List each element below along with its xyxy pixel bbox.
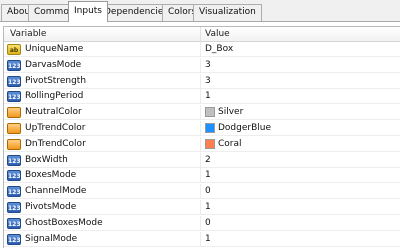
cell-divider xyxy=(200,136,201,152)
cell-divider xyxy=(200,105,201,121)
value-cell[interactable]: 3 xyxy=(205,76,211,86)
inputs-grid: Variable Value ab UniqueName D_Box 123 Darva… xyxy=(3,26,400,248)
table-row[interactable]: 123 DarvasMode 3 xyxy=(4,57,400,73)
table-row[interactable]: 123 PivotsMode 1 xyxy=(4,200,400,215)
cell-divider xyxy=(200,89,201,105)
variable-name: NeutralColor xyxy=(25,107,82,118)
value-cell[interactable]: DodgerBlue xyxy=(218,123,271,133)
table-row[interactable]: ab UniqueName D_Box xyxy=(4,42,400,57)
cell-divider xyxy=(200,73,201,89)
table-row[interactable]: 123 SignalMode 1 xyxy=(4,231,400,247)
number-type-icon: 123 xyxy=(7,170,21,182)
color-type-icon xyxy=(7,138,21,150)
table-row[interactable]: 123 BoxWidth 2 xyxy=(4,152,400,168)
value-cell[interactable]: 1 xyxy=(205,234,211,244)
variable-name: ChannelMode xyxy=(25,186,87,197)
variable-name: DarvasMode xyxy=(25,59,82,70)
color-swatch[interactable] xyxy=(205,138,215,149)
variable-name: DnTrendColor xyxy=(25,138,86,149)
column-separator[interactable] xyxy=(200,27,201,42)
value-cell[interactable]: 1 xyxy=(205,202,211,212)
variable-name: PivotsMode xyxy=(25,202,77,212)
table-row[interactable]: NeutralColor Silver xyxy=(4,105,400,121)
tab-inputs[interactable]: Inputs xyxy=(68,1,108,22)
column-header-variable[interactable]: Variable xyxy=(10,29,46,39)
cell-divider xyxy=(200,121,201,136)
tab-bar: About Common Inputs Dependencies Colors … xyxy=(0,0,400,22)
grid-header: Variable Value xyxy=(4,27,400,42)
cell-divider xyxy=(200,231,201,247)
value-cell[interactable]: 2 xyxy=(205,155,211,165)
variable-name: UpTrendColor xyxy=(25,123,86,133)
string-type-icon: ab xyxy=(7,44,21,55)
cell-divider xyxy=(200,200,201,215)
color-swatch[interactable] xyxy=(205,123,215,133)
value-cell[interactable]: Silver xyxy=(218,107,243,117)
table-row[interactable]: 123 RollingPeriod 1 xyxy=(4,89,400,105)
number-type-icon: 123 xyxy=(7,59,21,71)
value-cell[interactable]: 3 xyxy=(205,60,211,70)
number-type-icon: 123 xyxy=(7,233,21,245)
cell-divider xyxy=(200,215,201,231)
value-cell[interactable]: 0 xyxy=(205,186,211,196)
number-type-icon: 123 xyxy=(7,154,21,166)
table-row[interactable]: 123 BoxesMode 1 xyxy=(4,168,400,184)
value-cell[interactable]: 1 xyxy=(205,170,211,180)
table-row[interactable]: 123 ChannelMode 0 xyxy=(4,184,400,200)
column-header-value[interactable]: Value xyxy=(205,29,230,39)
number-type-icon: 123 xyxy=(7,91,21,103)
variable-name: SignalMode xyxy=(25,233,78,244)
value-cell[interactable]: 0 xyxy=(205,218,211,228)
cell-divider xyxy=(200,184,201,200)
cell-divider xyxy=(200,152,201,168)
value-cell[interactable]: D_Box xyxy=(205,44,233,54)
table-row[interactable]: DnTrendColor Coral xyxy=(4,136,400,152)
table-row[interactable]: 123 PivotStrength 3 xyxy=(4,73,400,89)
number-type-icon: 123 xyxy=(7,186,21,198)
color-type-icon xyxy=(7,123,21,134)
variable-name: GhostBoxesMode xyxy=(25,217,103,228)
table-row[interactable]: 123 GhostBoxesMode 0 xyxy=(4,215,400,231)
number-type-icon: 123 xyxy=(7,217,21,229)
value-cell[interactable]: Coral xyxy=(218,139,242,149)
variable-name: RollingPeriod xyxy=(25,91,84,102)
value-cell[interactable]: 1 xyxy=(205,91,211,101)
color-type-icon xyxy=(7,107,21,119)
cell-divider xyxy=(200,57,201,73)
number-type-icon: 123 xyxy=(7,75,21,87)
cell-divider xyxy=(200,42,201,57)
tab-divider xyxy=(0,21,400,22)
number-type-icon: 123 xyxy=(7,202,21,213)
table-row[interactable]: UpTrendColor DodgerBlue xyxy=(4,121,400,136)
variable-name: PivotStrength xyxy=(25,75,87,86)
variable-name: UniqueName xyxy=(25,44,84,54)
tab-visualization[interactable]: Visualization xyxy=(193,4,262,21)
cell-divider xyxy=(200,168,201,184)
color-swatch[interactable] xyxy=(205,107,215,118)
variable-name: BoxWidth xyxy=(25,154,68,165)
variable-name: BoxesMode xyxy=(25,170,77,181)
